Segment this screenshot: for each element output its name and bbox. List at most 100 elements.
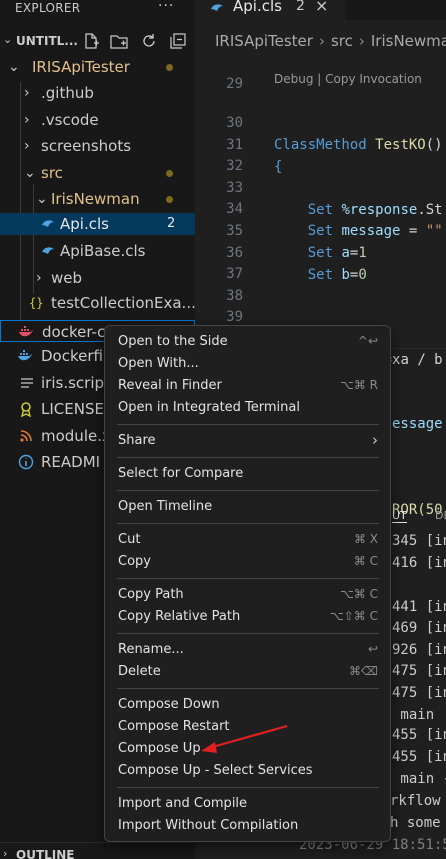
tree-label: IrisNewman bbox=[51, 190, 140, 208]
outline-title: OUTLINE bbox=[16, 848, 75, 859]
tree-folder-github[interactable]: › .github bbox=[0, 82, 195, 104]
chevron-right-icon: › bbox=[3, 847, 8, 859]
new-folder-icon[interactable] bbox=[110, 32, 128, 50]
objectscript-file-icon bbox=[42, 247, 54, 254]
code-line[interactable]: 38 bbox=[195, 263, 446, 304]
tree-label: docker-c bbox=[42, 323, 106, 341]
menu-item-copy[interactable]: Copy ⌘ C bbox=[109, 552, 386, 574]
code-fragment: x bbox=[392, 352, 401, 368]
chevron-right-icon: › bbox=[24, 112, 30, 128]
chevron-right-icon: › bbox=[358, 32, 365, 50]
tab-api-cls[interactable]: Api.cls 2 × bbox=[195, 0, 345, 20]
menu-item-delete[interactable]: Delete ⌘⌫ bbox=[109, 662, 386, 684]
chevron-down-icon: ⌄ bbox=[24, 165, 36, 181]
menu-item-import-without-compilation[interactable]: Import Without Compilation bbox=[109, 816, 386, 838]
refresh-icon[interactable] bbox=[140, 32, 158, 50]
explorer-title: EXPLORER bbox=[15, 1, 81, 15]
tree-label: src bbox=[41, 164, 63, 182]
code-line[interactable]: 33 Set %response.St bbox=[195, 155, 446, 218]
license-icon bbox=[21, 402, 31, 417]
docker-icon bbox=[18, 350, 32, 361]
tree-folder-screenshots[interactable]: › screenshots bbox=[0, 135, 195, 157]
code-line[interactable]: 31 { bbox=[195, 112, 446, 175]
menu-item-rename[interactable]: Rename... ↩ bbox=[109, 640, 386, 662]
code-line[interactable]: 36 Set b=0 bbox=[195, 220, 446, 283]
code-line[interactable]: 34 Set message = "" bbox=[195, 176, 446, 239]
shortcut-label: ⌘ C bbox=[353, 554, 378, 568]
docker-icon bbox=[19, 326, 33, 337]
menu-item-import-and-compile[interactable]: Import and Compile bbox=[109, 794, 386, 816]
panel-tab-debug[interactable]: DE bbox=[435, 509, 446, 522]
chevron-right-icon: › bbox=[318, 32, 325, 50]
breadcrumb-item[interactable]: IrisNewma bbox=[371, 32, 446, 50]
breadcrumb-item[interactable]: IRISApiTester bbox=[215, 32, 313, 50]
breadcrumb: IRISApiTester › src › IrisNewma bbox=[215, 32, 446, 50]
menu-separator bbox=[117, 787, 379, 788]
tree-label: LICENSE bbox=[41, 400, 104, 418]
breadcrumb-item[interactable]: src bbox=[331, 32, 353, 50]
menu-separator bbox=[117, 688, 379, 689]
tree-label: testCollectionExa... bbox=[51, 294, 195, 312]
tree-label: screenshots bbox=[41, 137, 132, 155]
chevron-right-icon: › bbox=[24, 138, 30, 154]
menu-item-open-timeline[interactable]: Open Timeline bbox=[109, 497, 386, 519]
tree-label: web bbox=[51, 269, 83, 287]
workspace-actions bbox=[82, 31, 192, 53]
codelens[interactable]: Debug | Copy Invocation bbox=[274, 72, 422, 86]
tree-folder-irisnewman[interactable]: ⌄ IrisNewman bbox=[0, 188, 195, 210]
workspace-header[interactable]: ⌄ UNTITL... bbox=[0, 31, 195, 53]
code-line[interactable]: 35 Set a=1 bbox=[195, 198, 446, 261]
menu-item-open-in-terminal[interactable]: Open in Integrated Terminal bbox=[109, 398, 386, 420]
more-actions-icon[interactable]: ··· bbox=[158, 0, 174, 14]
shortcut-label: ^↩ bbox=[357, 334, 378, 348]
menu-separator bbox=[117, 490, 379, 491]
tree-file-apibase-cls[interactable]: ApiBase.cls bbox=[0, 240, 195, 262]
menu-item-copy-path[interactable]: Copy Path ⌥⌘ C bbox=[109, 585, 386, 607]
menu-item-open-with[interactable]: Open With... bbox=[109, 354, 386, 376]
annotation-arrow-icon bbox=[201, 724, 288, 753]
menu-item-compose-up-select-services[interactable]: Compose Up - Select Services bbox=[109, 761, 386, 783]
code-line[interactable]: 39 try{ bbox=[195, 284, 446, 347]
chevron-right-icon: › bbox=[24, 85, 30, 101]
code-line[interactable]: 29 bbox=[195, 51, 446, 92]
tree-folder-vscode[interactable]: › .vscode bbox=[0, 109, 195, 131]
tree-folder-src[interactable]: ⌄ src bbox=[0, 162, 195, 184]
panel-tab-output[interactable]: UT bbox=[392, 509, 407, 523]
context-menu: Open to the Side ^↩ Open With... Reveal … bbox=[104, 325, 391, 842]
problems-badge: 2 bbox=[167, 216, 176, 231]
modified-dot bbox=[166, 64, 173, 71]
shortcut-label: ⌥⇧⌘ C bbox=[329, 609, 378, 623]
objectscript-file-icon bbox=[211, 4, 223, 11]
tree-folder-web[interactable]: › web bbox=[0, 267, 195, 289]
menu-separator bbox=[117, 523, 379, 524]
shortcut-label: ⌥⌘ R bbox=[340, 378, 378, 392]
code-line[interactable]: 30 ClassMethod TestKO() bbox=[195, 90, 446, 153]
new-file-icon[interactable] bbox=[82, 32, 100, 50]
tree-label: ApiBase.cls bbox=[60, 242, 146, 260]
tree-file-testcollection[interactable]: {} testCollectionExa... bbox=[0, 292, 195, 314]
collapse-all-icon[interactable] bbox=[169, 32, 187, 50]
menu-item-reveal-in-finder[interactable]: Reveal in Finder ⌥⌘ R bbox=[109, 376, 386, 398]
modified-dot bbox=[166, 196, 173, 203]
menu-item-share[interactable]: Share › bbox=[109, 431, 386, 453]
outline-section-header[interactable]: › OUTLINE bbox=[0, 842, 195, 859]
objectscript-file-icon bbox=[42, 220, 54, 227]
code-line[interactable]: 40 Set x= a / b bbox=[195, 305, 446, 368]
tree-label: IRISApiTester bbox=[32, 58, 130, 76]
chevron-down-icon: ⌄ bbox=[3, 33, 13, 46]
chevron-right-icon: › bbox=[36, 270, 42, 286]
tree-folder-irisapitester[interactable]: ⌄ IRISApiTester bbox=[0, 56, 195, 78]
menu-item-select-for-compare[interactable]: Select for Compare bbox=[109, 464, 386, 486]
menu-item-copy-relative-path[interactable]: Copy Relative Path ⌥⇧⌘ C bbox=[109, 607, 386, 629]
menu-item-cut[interactable]: Cut ⌘ X bbox=[109, 530, 386, 552]
menu-item-compose-down[interactable]: Compose Down bbox=[109, 695, 386, 717]
close-icon[interactable]: × bbox=[315, 0, 328, 15]
code-line[interactable]: 37 bbox=[195, 241, 446, 282]
tree-label: module.x bbox=[41, 427, 111, 445]
tree-file-api-cls[interactable]: Api.cls 2 bbox=[0, 213, 195, 235]
tree-label: Dockerfi bbox=[41, 347, 103, 365]
tab-label: Api.cls bbox=[233, 0, 282, 15]
code-line[interactable]: 32 bbox=[195, 133, 446, 174]
info-icon bbox=[18, 454, 34, 470]
menu-item-open-to-side[interactable]: Open to the Side ^↩ bbox=[109, 332, 386, 354]
